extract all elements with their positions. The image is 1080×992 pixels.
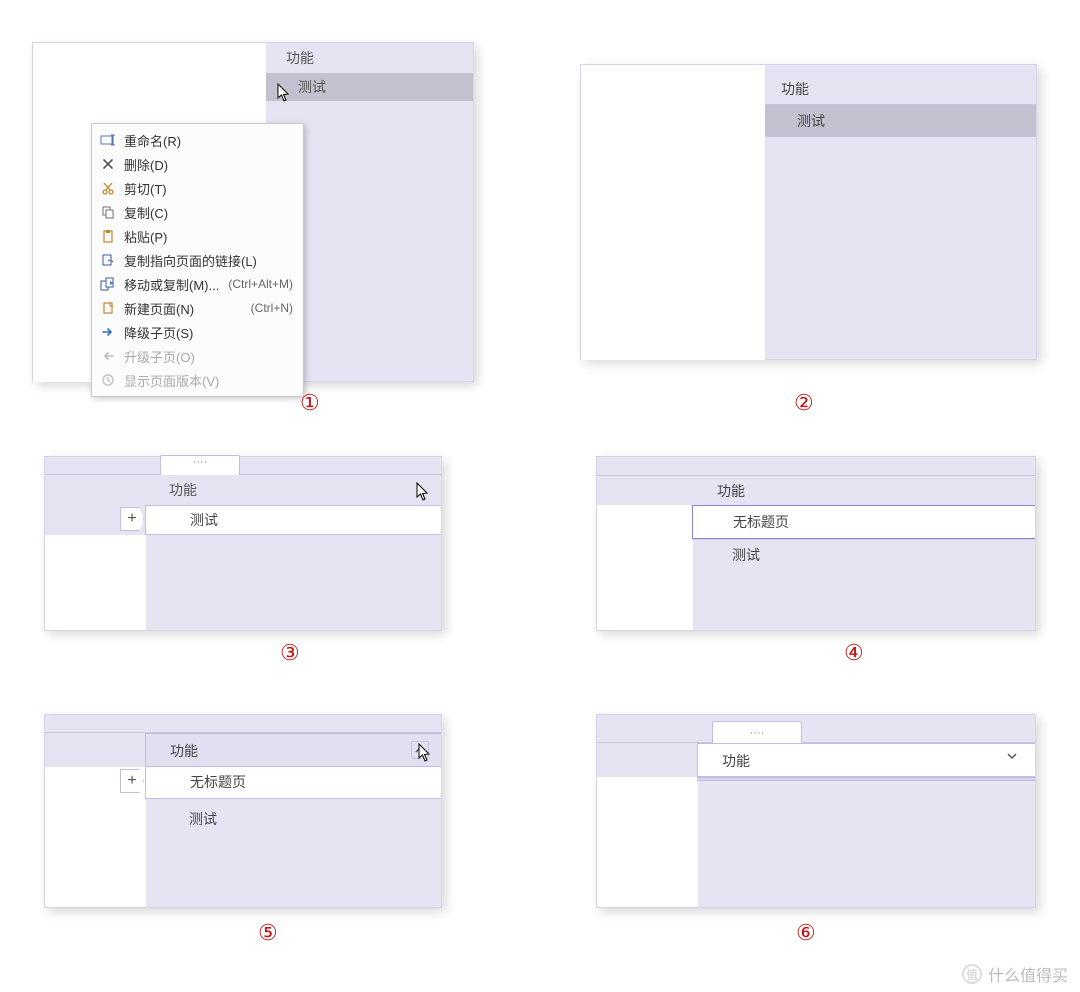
page-item-test[interactable]: 测试 bbox=[692, 539, 1035, 569]
menu-copy-link-label: 复制指向页面的链接(L) bbox=[124, 251, 293, 270]
step-number-5: ⑤ bbox=[258, 920, 278, 946]
versions-icon bbox=[98, 372, 118, 388]
context-menu: 重命名(R) 删除(D) 剪切(T) 复制(C) 粘贴(P) bbox=[91, 123, 304, 397]
menu-paste[interactable]: 粘贴(P) bbox=[92, 224, 303, 248]
step-number-3: ③ bbox=[280, 640, 300, 666]
menu-new-page-shortcut: (Ctrl+N) bbox=[251, 301, 293, 315]
collapse-button[interactable] bbox=[411, 741, 429, 759]
move-copy-icon bbox=[98, 276, 118, 292]
panel-5: 功能 无标题页 测试 + bbox=[44, 714, 442, 908]
page-body-area bbox=[597, 505, 693, 630]
page-item-test-selected[interactable]: 测试 bbox=[266, 73, 473, 101]
step-number-2: ② bbox=[794, 390, 814, 416]
tab-partial[interactable]: ···· bbox=[160, 455, 240, 475]
page-title-input[interactable]: 无标题页 bbox=[692, 505, 1035, 539]
panel-3: ···· 功能 测试 + bbox=[44, 456, 442, 631]
demote-icon bbox=[98, 324, 118, 340]
section-header[interactable]: 功能 bbox=[45, 475, 441, 505]
paste-icon bbox=[98, 228, 118, 244]
cut-icon bbox=[98, 180, 118, 196]
delete-icon bbox=[98, 156, 118, 172]
menu-show-versions-label: 显示页面版本(V) bbox=[124, 371, 293, 390]
step-number-1: ① bbox=[300, 390, 320, 416]
menu-copy-link[interactable]: 复制指向页面的链接(L) bbox=[92, 248, 303, 272]
section-header[interactable]: 功能 bbox=[597, 475, 1035, 505]
copy-link-icon bbox=[98, 252, 118, 268]
page-body-area bbox=[597, 777, 698, 907]
panel-6: ···· 功能 bbox=[596, 714, 1036, 908]
section-header[interactable]: 功能 bbox=[145, 733, 441, 767]
menu-delete[interactable]: 删除(D) bbox=[92, 152, 303, 176]
tab-bar: ···· bbox=[45, 457, 441, 475]
page-item-untitled-current[interactable]: 无标题页 bbox=[145, 767, 441, 799]
promote-icon bbox=[98, 348, 118, 364]
menu-promote-label: 升级子页(O) bbox=[124, 347, 293, 366]
menu-show-versions-disabled: 显示页面版本(V) bbox=[92, 368, 303, 392]
menu-demote-label: 降级子页(S) bbox=[124, 323, 293, 342]
menu-delete-label: 删除(D) bbox=[124, 155, 293, 174]
section-header[interactable]: 功能 bbox=[266, 43, 473, 73]
page-body-area bbox=[45, 535, 146, 630]
section-header[interactable]: 功能 bbox=[765, 73, 1036, 105]
tab-bar: ···· bbox=[597, 715, 1035, 743]
page-item-test-selected[interactable]: 测试 bbox=[765, 105, 1036, 137]
step-number-4: ④ bbox=[844, 640, 864, 666]
menu-copy[interactable]: 复制(C) bbox=[92, 200, 303, 224]
section-header-collapsed[interactable]: 功能 bbox=[697, 743, 1035, 777]
new-page-icon bbox=[98, 300, 118, 316]
menu-copy-label: 复制(C) bbox=[124, 203, 293, 222]
menu-move-copy-shortcut: (Ctrl+Alt+M) bbox=[228, 277, 293, 291]
menu-move-copy[interactable]: 移动或复制(M)... (Ctrl+Alt+M) bbox=[92, 272, 303, 296]
tab-bar bbox=[45, 715, 441, 733]
panel-2: 功能 测试 bbox=[580, 64, 1037, 360]
page-item-test[interactable]: 测试 bbox=[145, 799, 441, 839]
step-number-6: ⑥ bbox=[796, 920, 816, 946]
copy-icon bbox=[98, 204, 118, 220]
menu-new-page-label: 新建页面(N) bbox=[124, 299, 251, 318]
page-body-area bbox=[581, 65, 765, 360]
menu-move-copy-label: 移动或复制(M)... bbox=[124, 275, 228, 294]
watermark-icon: 值 bbox=[962, 964, 982, 984]
menu-demote[interactable]: 降级子页(S) bbox=[92, 320, 303, 344]
menu-rename-label: 重命名(R) bbox=[124, 131, 293, 150]
menu-rename[interactable]: 重命名(R) bbox=[92, 128, 303, 152]
add-page-button[interactable]: + bbox=[120, 769, 144, 793]
add-page-button[interactable]: + bbox=[120, 507, 144, 531]
panel-4: 功能 无标题页 测试 bbox=[596, 456, 1036, 631]
rename-icon bbox=[98, 132, 118, 148]
menu-paste-label: 粘贴(P) bbox=[124, 227, 293, 246]
watermark-text: 什么值得买 bbox=[988, 962, 1068, 986]
menu-cut-label: 剪切(T) bbox=[124, 179, 293, 198]
page-item-test-current[interactable]: 测试 bbox=[145, 505, 441, 535]
menu-new-page[interactable]: 新建页面(N) (Ctrl+N) bbox=[92, 296, 303, 320]
collapsed-indicator bbox=[697, 777, 1035, 781]
expand-button[interactable] bbox=[1007, 751, 1017, 761]
watermark: 值 什么值得买 bbox=[962, 962, 1068, 986]
menu-promote-disabled: 升级子页(O) bbox=[92, 344, 303, 368]
panel-1: 功能 测试 重命名(R) 删除(D) 剪切(T) 复制(C) bbox=[32, 42, 474, 382]
menu-cut[interactable]: 剪切(T) bbox=[92, 176, 303, 200]
tab-partial[interactable]: ···· bbox=[712, 721, 802, 743]
